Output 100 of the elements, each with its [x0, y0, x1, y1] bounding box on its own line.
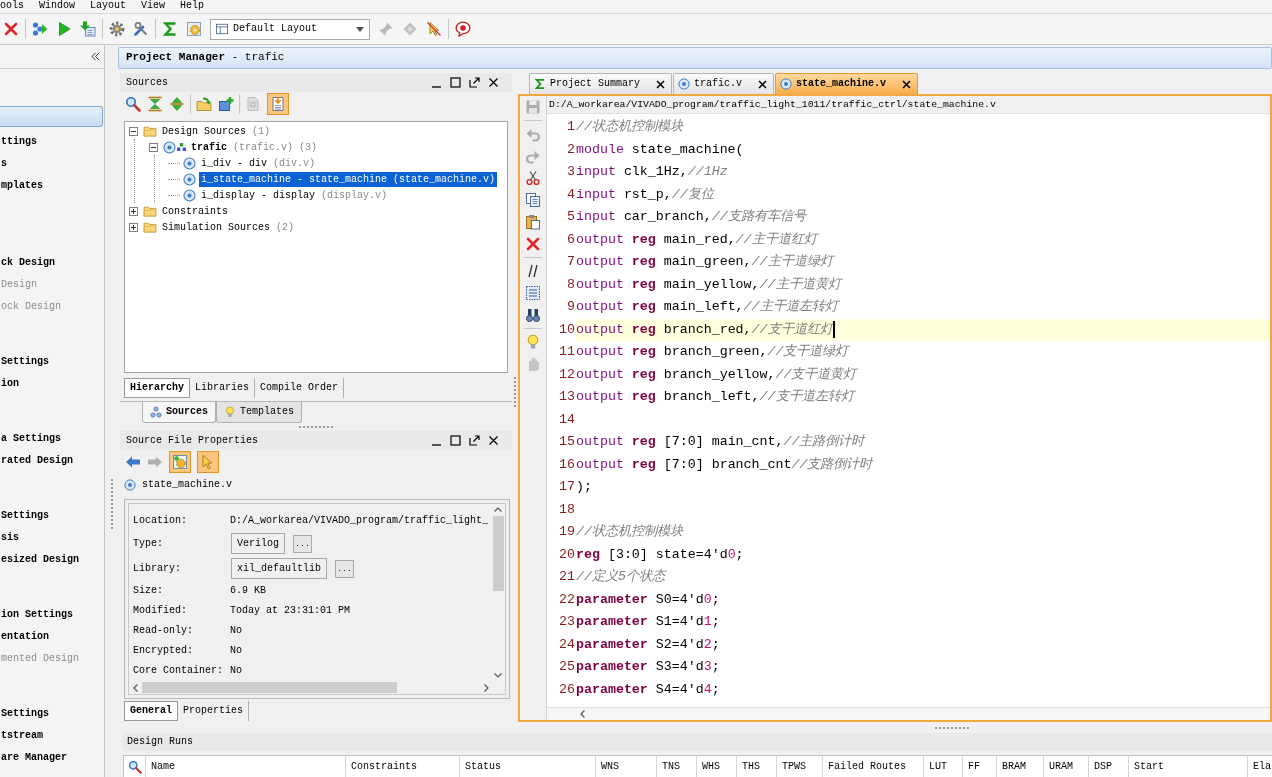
binoculars-icon[interactable] — [525, 307, 541, 323]
nav-item[interactable]: a Settings — [0, 428, 61, 450]
menu-item[interactable]: View — [141, 0, 166, 11]
column-header[interactable]: WNS — [596, 756, 657, 777]
settings-icon[interactable] — [109, 21, 125, 37]
column-header[interactable]: THS — [737, 756, 777, 777]
menu-item[interactable]: Layout — [90, 0, 127, 11]
tree-item[interactable]: i_state_machine - state_machine (state_machine.v) — [199, 171, 498, 187]
tab[interactable]: Libraries — [190, 378, 256, 398]
close-icon[interactable] — [902, 79, 912, 89]
menu-item[interactable]: ools — [0, 0, 24, 11]
tree-item[interactable]: i_div - div (div.v) — [199, 155, 318, 171]
editor-tab[interactable]: state_machine.v — [775, 73, 919, 94]
maximize-icon[interactable] — [450, 77, 461, 88]
tree-item[interactable]: Simulation Sources (2) — [160, 219, 297, 235]
layout-dropdown[interactable]: Default Layout — [210, 18, 370, 40]
paste-icon[interactable] — [525, 214, 541, 230]
browse-button[interactable]: ... — [335, 559, 354, 578]
nav-item[interactable]: s — [0, 153, 7, 175]
nav-item[interactable]: Settings — [0, 351, 49, 373]
nav-item[interactable]: tstream — [0, 725, 43, 747]
horizontal-scrollbar[interactable] — [547, 707, 1270, 720]
grip-icon[interactable] — [110, 479, 113, 529]
tab[interactable]: Compile Order — [255, 378, 345, 398]
nav-item[interactable]: rated Design — [0, 450, 73, 472]
nav-item[interactable]: esized Design — [0, 549, 79, 571]
nav-item[interactable]: Settings — [0, 703, 49, 725]
column-header[interactable]: Name — [146, 756, 346, 777]
float-icon[interactable] — [469, 77, 480, 88]
value-field[interactable]: Verilog — [231, 533, 285, 554]
column-header[interactable]: Start — [1129, 756, 1248, 777]
tools-icon[interactable] — [133, 21, 149, 37]
nodes-arrow-icon[interactable] — [32, 21, 48, 37]
speech-bubble-icon[interactable] — [455, 21, 471, 37]
close-icon[interactable] — [656, 79, 665, 89]
dotted-block-icon[interactable] — [525, 285, 541, 301]
tab[interactable]: Properties — [178, 701, 250, 721]
column-header[interactable]: WHS — [697, 756, 737, 777]
back-arrow-icon[interactable] — [125, 454, 141, 470]
search-icon[interactable] — [125, 96, 141, 112]
scrollbar-thumb[interactable] — [492, 516, 504, 591]
collapse-all-icon[interactable] — [147, 96, 163, 112]
tree-item[interactable]: trafic (trafic.v) (3) — [189, 139, 320, 155]
column-header[interactable]: TPWS — [777, 756, 823, 777]
double-slash-icon[interactable] — [525, 263, 541, 279]
nav-item[interactable]: are Manager — [0, 747, 67, 769]
play-icon[interactable] — [56, 21, 72, 37]
column-header[interactable]: LUT — [924, 756, 963, 777]
browse-button[interactable]: ... — [293, 534, 312, 553]
nav-item[interactable]: ion Settings — [0, 604, 73, 626]
column-header[interactable]: TNS — [657, 756, 697, 777]
scroll-up-icon[interactable] — [494, 507, 502, 512]
editor-tab[interactable]: Project Summary — [529, 73, 672, 94]
copy-icon[interactable] — [525, 192, 541, 208]
menu-item[interactable]: Help — [180, 0, 205, 11]
editor-tab[interactable]: trafic.v — [673, 73, 775, 94]
add-file-icon[interactable] — [218, 96, 234, 112]
scissors-icon[interactable] — [525, 170, 541, 186]
value-field[interactable]: xil_defaultlib — [231, 558, 327, 579]
scroll-left-icon[interactable] — [580, 710, 585, 718]
scroll-right-icon[interactable] — [484, 683, 489, 692]
column-header[interactable]: FF — [963, 756, 997, 777]
tab[interactable]: General — [124, 701, 178, 721]
search-icon[interactable] — [127, 759, 142, 774]
close-icon[interactable] — [758, 79, 768, 89]
column-header[interactable]: Status — [460, 756, 596, 777]
cross-icon[interactable] — [525, 236, 541, 252]
scroll-down-icon[interactable] — [494, 673, 502, 678]
plus-box-icon[interactable] — [129, 206, 138, 216]
gear-document-icon[interactable] — [169, 451, 191, 473]
grip-icon[interactable] — [299, 425, 333, 428]
pointer-icon[interactable] — [426, 21, 442, 37]
column-header[interactable]: Ela — [1248, 756, 1272, 777]
close-icon[interactable] — [488, 435, 499, 446]
folder-arrow-icon[interactable] — [196, 96, 212, 112]
menu-item[interactable]: Window — [39, 0, 76, 11]
tree-item[interactable]: Constraints — [160, 203, 230, 219]
column-header[interactable]: Constraints — [346, 756, 460, 777]
nav-item[interactable]: mplates — [0, 175, 43, 197]
nav-item[interactable]: ttings — [0, 131, 37, 153]
tab[interactable]: Sources — [142, 402, 216, 423]
tab[interactable]: Hierarchy — [124, 378, 190, 398]
expand-all-icon[interactable] — [169, 96, 185, 112]
download-file-icon[interactable] — [80, 21, 96, 37]
maximize-icon[interactable] — [450, 435, 461, 446]
plus-box-icon[interactable] — [129, 222, 138, 232]
scrollbar-thumb[interactable] — [142, 682, 397, 693]
tree-item[interactable]: i_display - display (display.v) — [199, 187, 390, 203]
grip-icon[interactable] — [935, 726, 969, 729]
nav-item[interactable]: ion — [0, 373, 19, 395]
scroll-left-icon[interactable] — [133, 683, 138, 692]
minus-box-icon[interactable] — [149, 142, 158, 152]
minus-box-icon[interactable] — [129, 126, 138, 136]
column-header[interactable]: Failed Routes — [823, 756, 924, 777]
sigma-icon[interactable] — [162, 21, 178, 37]
tree-item[interactable]: Design Sources (1) — [160, 123, 273, 139]
close-icon[interactable] — [488, 77, 499, 88]
nav-item[interactable]: sis — [0, 527, 19, 549]
nav-item[interactable]: ck Design — [0, 252, 55, 274]
column-header[interactable]: BRAM — [997, 756, 1044, 777]
